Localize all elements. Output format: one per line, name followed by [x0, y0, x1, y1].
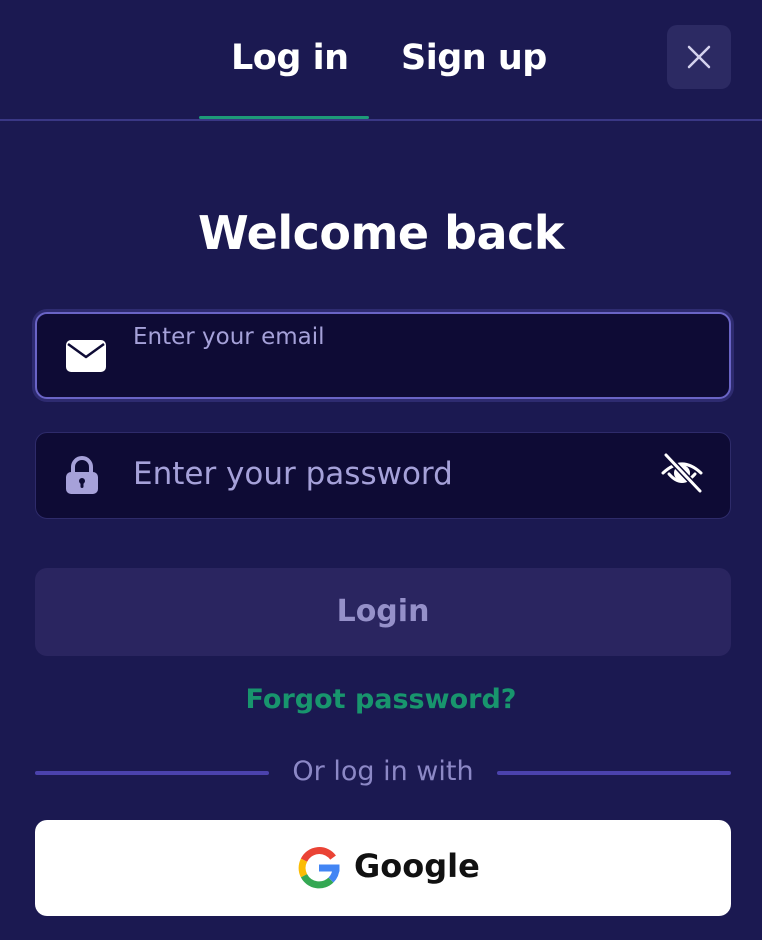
eye-slash-icon [661, 452, 703, 494]
divider-text: Or log in with [292, 756, 474, 787]
tab-sign-up[interactable]: Sign up [401, 38, 547, 78]
email-placeholder: Enter your email [133, 324, 325, 350]
tab-log-in[interactable]: Log in [231, 38, 349, 78]
active-tab-indicator [199, 116, 369, 119]
divider-right [497, 771, 731, 775]
password-placeholder: Enter your password [133, 456, 453, 492]
divider-left [35, 771, 269, 775]
google-icon [298, 847, 340, 889]
envelope-icon [66, 340, 106, 372]
login-button[interactable]: Login [35, 568, 731, 656]
auth-tabs-header: Log in Sign up [0, 0, 762, 121]
password-field[interactable]: Enter your password [35, 432, 731, 519]
close-button[interactable] [667, 25, 731, 89]
email-field[interactable]: Enter your email [35, 312, 731, 399]
lock-icon [66, 456, 98, 494]
page-title: Welcome back [198, 206, 564, 260]
password-visibility-toggle[interactable] [658, 449, 706, 497]
google-button-label: Google [354, 847, 480, 885]
forgot-password-link[interactable]: Forgot password? [0, 684, 762, 715]
google-login-button[interactable]: Google [35, 820, 731, 916]
close-icon [687, 45, 711, 69]
